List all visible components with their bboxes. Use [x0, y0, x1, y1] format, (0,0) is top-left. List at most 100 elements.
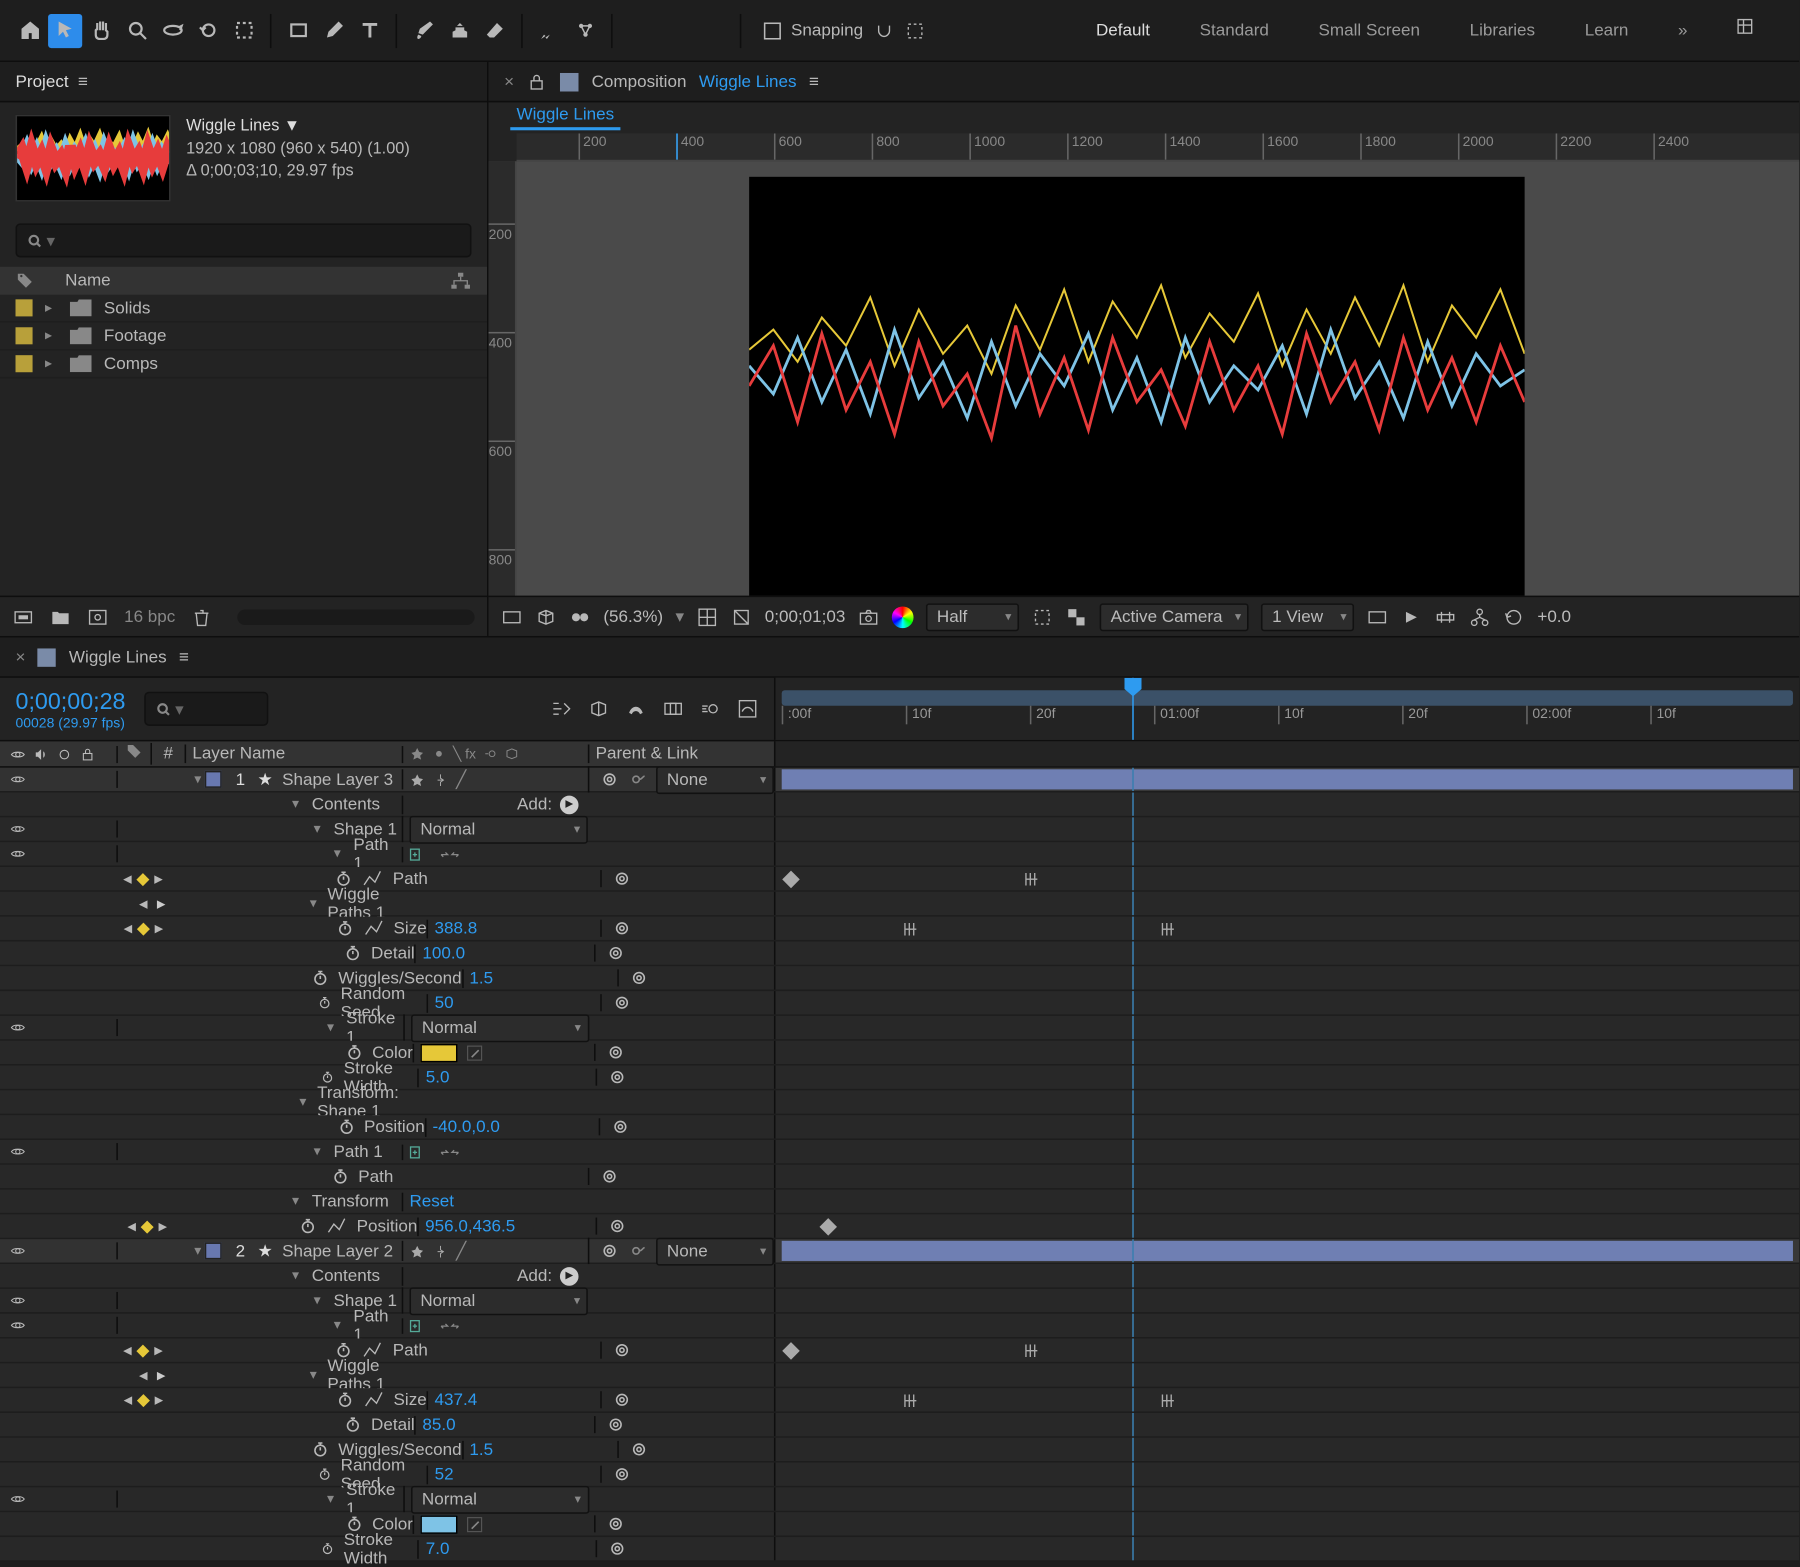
text-tool[interactable]	[352, 13, 386, 47]
ws-reset-icon[interactable]	[1734, 15, 1756, 37]
frame-blend-icon[interactable]	[662, 698, 684, 720]
home-icon[interactable]	[12, 13, 46, 47]
stopwatch-icon[interactable]	[338, 1118, 355, 1135]
expression-icon[interactable]	[605, 1416, 627, 1433]
motion-blur-icon[interactable]	[700, 698, 722, 720]
timeline-row[interactable]: Position-40.0,0.0	[0, 1115, 1799, 1140]
comp-mini-flow-icon[interactable]	[551, 698, 573, 720]
layer-name-column[interactable]: Layer Name	[186, 744, 402, 763]
expression-icon[interactable]	[628, 1441, 650, 1458]
prop-group[interactable]: Path 1	[333, 1142, 382, 1161]
graph-icon[interactable]	[326, 1215, 348, 1237]
prop-name[interactable]: Path	[358, 1167, 393, 1186]
lock-column-icon[interactable]	[79, 745, 96, 762]
timeline-row[interactable]: ▾Path 1	[0, 1314, 1799, 1339]
comp-name[interactable]: Wiggle Lines	[699, 72, 797, 91]
timeline-row[interactable]: ▾TransformReset	[0, 1190, 1799, 1215]
timeline-row[interactable]: Path	[0, 1165, 1799, 1190]
twirl-icon[interactable]: ▸	[45, 355, 57, 372]
expression-icon[interactable]	[612, 870, 634, 887]
eye-column-icon[interactable]	[9, 745, 26, 762]
comp-subtab[interactable]: Wiggle Lines	[510, 105, 620, 130]
current-timecode[interactable]: 0;00;00;28	[16, 688, 126, 714]
new-folder-icon[interactable]	[50, 606, 72, 628]
work-area[interactable]	[782, 690, 1793, 706]
twirl-down-icon[interactable]: ▾	[191, 771, 205, 788]
solo-column-icon[interactable]	[56, 745, 73, 762]
timeline-row[interactable]: ▾ContentsAdd:▸	[0, 1264, 1799, 1289]
timeline-tab-name[interactable]: Wiggle Lines	[69, 648, 167, 667]
stopwatch-icon[interactable]	[345, 945, 362, 962]
expression-icon[interactable]	[611, 994, 633, 1011]
timeline-row[interactable]: ▾Path 1	[0, 1140, 1799, 1165]
timeline-row[interactable]: ▾1★Shape Layer 3╱None	[0, 768, 1799, 793]
zoom-display[interactable]: (56.3%)	[603, 607, 663, 626]
mask-vis-icon[interactable]	[569, 606, 591, 628]
fast-preview-icon[interactable]	[1401, 606, 1423, 628]
roi-icon[interactable]	[1032, 606, 1054, 628]
timeline-row[interactable]: ◂◆▸Size388.8ⲾⲾ	[0, 917, 1799, 942]
expression-icon[interactable]	[604, 1515, 626, 1532]
twirl-down-icon[interactable]: ▾	[330, 1317, 344, 1334]
timeline-icon[interactable]	[1435, 606, 1457, 628]
selection-tool[interactable]	[48, 13, 82, 47]
layer-name[interactable]: Shape Layer 2	[282, 1242, 393, 1261]
pickwhip-icon[interactable]	[630, 1242, 647, 1259]
timeline-row[interactable]: ▾Transform: Shape 1	[0, 1090, 1799, 1115]
comp-thumbnail[interactable]	[16, 115, 171, 202]
layer-bar[interactable]	[782, 1241, 1793, 1261]
timeline-row[interactable]: ▾Path 1	[0, 842, 1799, 867]
close-tab-icon[interactable]: ×	[16, 648, 26, 667]
clone-stamp-tool[interactable]	[442, 13, 476, 47]
eyedropper-icon[interactable]	[466, 1515, 485, 1534]
switch-fx-icon[interactable]	[433, 1243, 449, 1259]
timeline-row[interactable]: ◂▸▾Wiggle Paths 1	[0, 892, 1799, 917]
panel-menu-icon[interactable]: ≡	[179, 648, 189, 667]
transparency-icon[interactable]	[1066, 606, 1088, 628]
draft3d-icon[interactable]	[535, 606, 557, 628]
twirl-down-icon[interactable]: ▾	[288, 1267, 302, 1284]
expression-icon[interactable]	[599, 771, 621, 788]
playhead[interactable]	[1132, 678, 1134, 740]
eye-icon[interactable]	[9, 1143, 26, 1160]
color-swatch[interactable]	[421, 1515, 458, 1534]
twirl-down-icon[interactable]: ▾	[288, 1193, 302, 1210]
parent-dropdown[interactable]: None	[656, 1237, 774, 1265]
timeline-row[interactable]: ◂◆▸Size437.4ⲾⲾ	[0, 1388, 1799, 1413]
prop-name[interactable]: Size	[394, 1390, 427, 1409]
eye-icon[interactable]	[9, 1317, 26, 1334]
parent-dropdown[interactable]: None	[656, 765, 774, 793]
expression-icon[interactable]	[611, 1466, 633, 1483]
eye-icon[interactable]	[9, 1242, 26, 1259]
blend-mode-dropdown[interactable]: Normal	[409, 1287, 587, 1315]
parent-column[interactable]: Parent & Link	[588, 744, 774, 763]
ws-overflow-icon[interactable]: »	[1675, 15, 1691, 46]
prop-group[interactable]: Transform	[312, 1192, 389, 1211]
new-comp-icon[interactable]	[87, 606, 109, 628]
timeline-row[interactable]: ◂◆▸Position956.0,436.5	[0, 1214, 1799, 1239]
eye-icon[interactable]	[9, 820, 26, 837]
stopwatch-icon[interactable]	[332, 1168, 349, 1185]
stopwatch-on-icon[interactable]	[336, 1391, 353, 1408]
exposure[interactable]: +0.0	[1537, 607, 1571, 626]
rotation-tool[interactable]	[191, 13, 225, 47]
switch-fx-icon[interactable]	[433, 772, 449, 788]
path-mirror-icon[interactable]	[439, 1318, 461, 1334]
project-columns[interactable]: Name	[0, 267, 487, 295]
prop-value[interactable]: 1.5	[469, 1440, 493, 1459]
flowchart-icon[interactable]	[450, 271, 472, 290]
snap-opt2-icon[interactable]	[903, 19, 925, 41]
path-shape-icon[interactable]	[409, 846, 431, 862]
prop-name[interactable]: Size	[394, 919, 427, 938]
prop-value[interactable]: 5.0	[426, 1068, 450, 1087]
prop-name[interactable]: Position	[364, 1117, 425, 1136]
add-menu-icon[interactable]: ▸	[560, 795, 579, 814]
always-preview-icon[interactable]	[501, 606, 523, 628]
keyframe[interactable]: Ⲿ	[903, 1390, 917, 1413]
eraser-tool[interactable]	[478, 13, 512, 47]
snapping-toggle[interactable]: Snapping	[763, 19, 925, 41]
composition-viewport[interactable]	[516, 161, 1799, 595]
switches-dot-icon[interactable]	[431, 746, 447, 762]
twirl-down-icon[interactable]: ▾	[288, 796, 302, 813]
keyframe[interactable]	[819, 1218, 837, 1236]
